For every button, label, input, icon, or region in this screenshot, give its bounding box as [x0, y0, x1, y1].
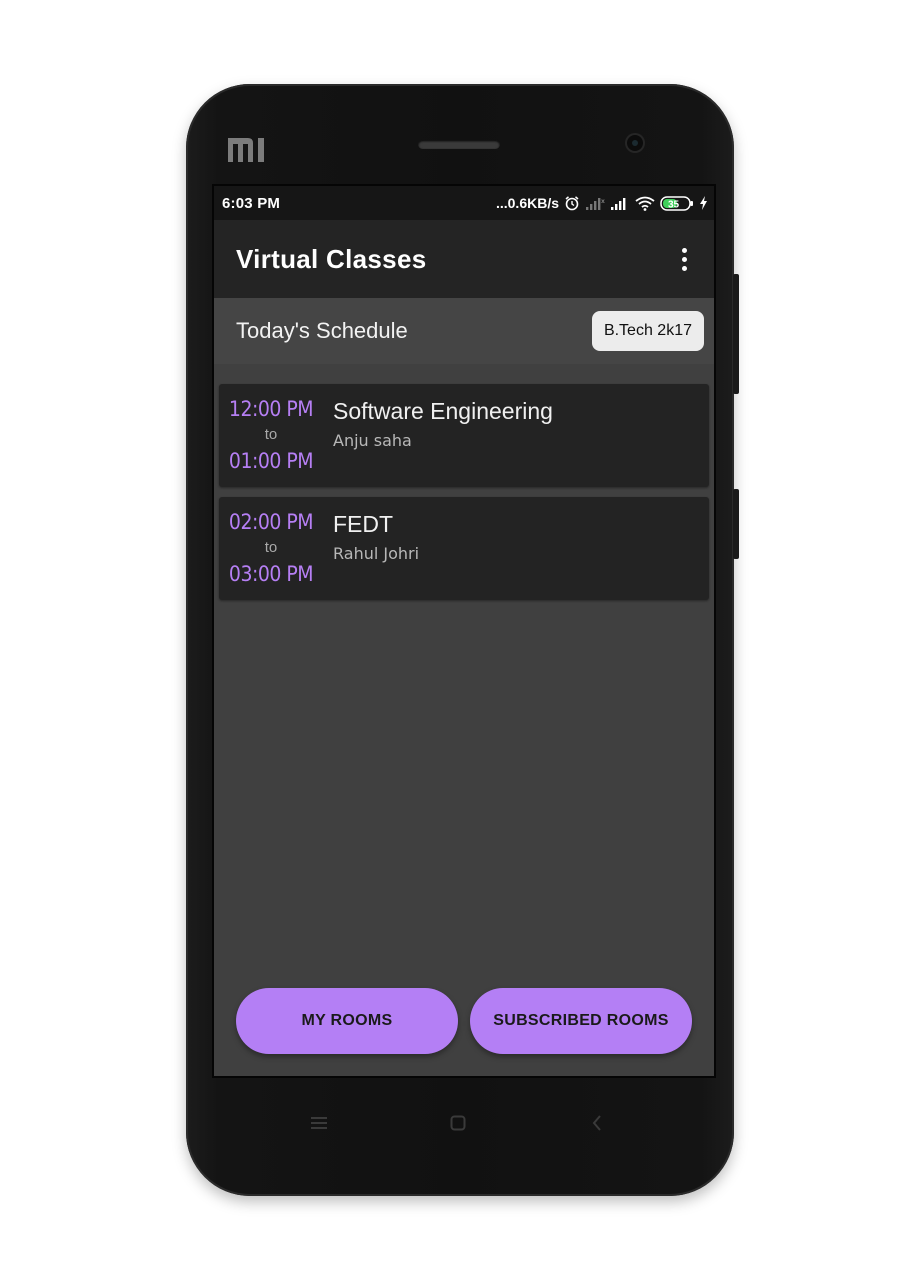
start-time: 02:00 PM: [228, 510, 314, 534]
power-button: [733, 489, 739, 559]
wifi-icon: [635, 196, 655, 211]
charging-icon: [699, 196, 708, 210]
time-range: 02:00 PM to 03:00 PM: [219, 512, 323, 585]
mi-logo-icon: [228, 138, 264, 162]
signal-icon: [610, 196, 630, 210]
start-time: 12:00 PM: [228, 397, 314, 421]
home-square-icon[interactable]: [449, 1114, 467, 1132]
schedule-header: Today's Schedule B.Tech 2k17: [214, 298, 714, 364]
hardware-nav-keys: [186, 1114, 734, 1132]
stage: 6:03 PM ...0.6KB/s x 35 Virtual Classes …: [0, 0, 916, 1280]
subscribed-rooms-button[interactable]: SUBSCRIBED ROOMS: [470, 988, 692, 1054]
status-bar: 6:03 PM ...0.6KB/s x 35: [214, 186, 714, 220]
more-vertical-icon[interactable]: [674, 247, 694, 271]
phone-frame: 6:03 PM ...0.6KB/s x 35 Virtual Classes …: [186, 84, 739, 1196]
screen: 6:03 PM ...0.6KB/s x 35 Virtual Classes …: [212, 184, 716, 1078]
earpiece-speaker: [418, 140, 500, 149]
menu-dot: [681, 247, 687, 253]
schedule-title: Today's Schedule: [236, 318, 408, 343]
class-list: 12:00 PM to 01:00 PM Software Engineerin…: [214, 364, 714, 600]
alarm-icon: [564, 195, 580, 211]
menu-dot: [681, 265, 687, 271]
class-info: FEDT Rahul Johri: [333, 511, 419, 563]
front-camera: [627, 135, 643, 151]
class-card[interactable]: 02:00 PM to 03:00 PM FEDT Rahul Johri: [219, 497, 709, 600]
my-rooms-button[interactable]: MY ROOMS: [236, 988, 458, 1054]
end-time: 01:00 PM: [228, 449, 314, 473]
class-card[interactable]: 12:00 PM to 01:00 PM Software Engineerin…: [219, 384, 709, 487]
time-separator: to: [264, 426, 278, 443]
network-speed: ...0.6KB/s: [495, 195, 559, 211]
teacher-name: Anju saha: [333, 430, 412, 450]
time-separator: to: [264, 539, 278, 556]
batch-selector-button[interactable]: B.Tech 2k17: [591, 311, 704, 351]
subject-name: FEDT: [333, 510, 394, 537]
menu-icon[interactable]: [310, 1114, 328, 1132]
svg-text:x: x: [601, 198, 605, 205]
back-chevron-icon[interactable]: [588, 1114, 606, 1132]
bottom-actions: MY ROOMS SUBSCRIBED ROOMS: [214, 988, 714, 1054]
app-bar: Virtual Classes: [214, 220, 714, 298]
battery-level: 35: [668, 199, 680, 210]
battery-icon: 35: [660, 195, 694, 211]
subject-name: Software Engineering: [333, 397, 553, 424]
status-time: 6:03 PM: [222, 194, 281, 212]
volume-button: [733, 274, 739, 394]
signal-weak-icon: x: [585, 196, 605, 210]
class-info: Software Engineering Anju saha: [333, 398, 553, 450]
app-title: Virtual Classes: [236, 243, 427, 274]
end-time: 03:00 PM: [228, 562, 314, 586]
status-icons: ...0.6KB/s x 35: [496, 195, 708, 211]
time-range: 12:00 PM to 01:00 PM: [219, 399, 323, 472]
teacher-name: Rahul Johri: [333, 543, 420, 563]
menu-dot: [681, 256, 687, 262]
